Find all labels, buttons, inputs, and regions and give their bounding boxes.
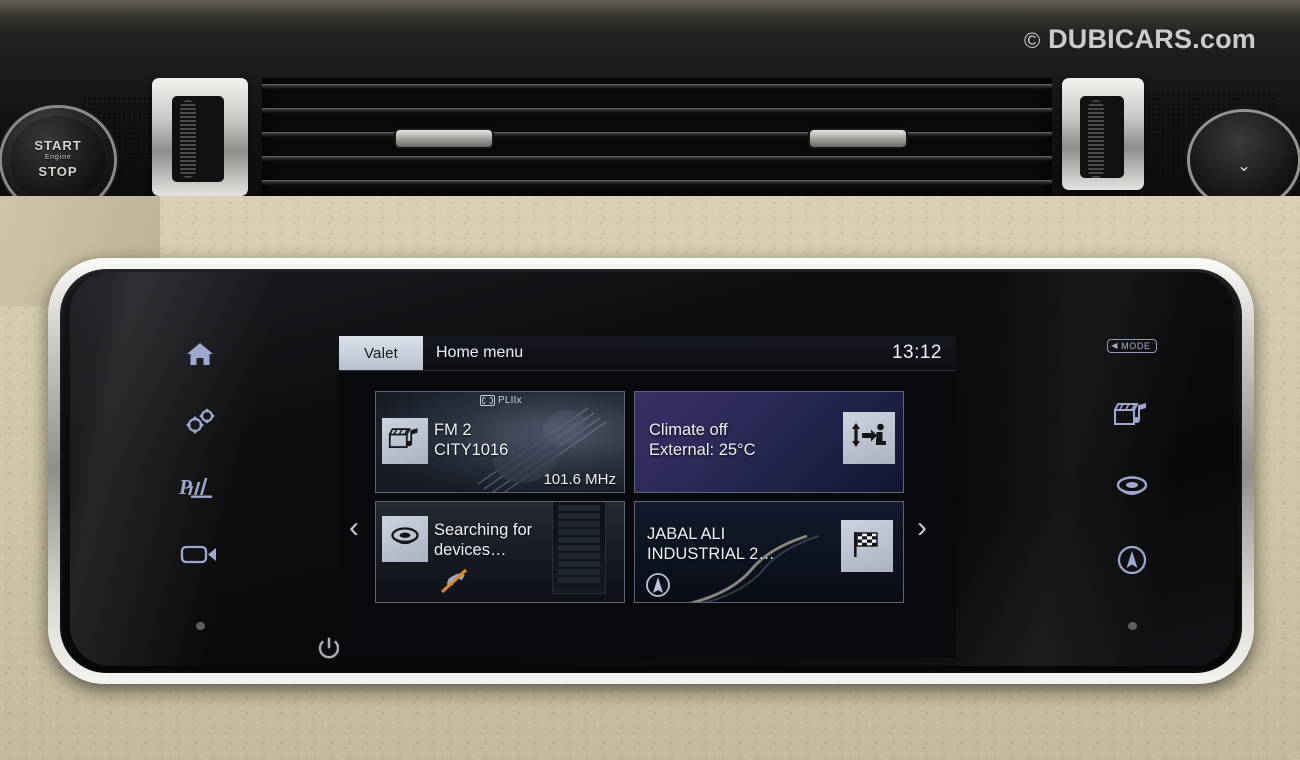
tile-navigation-icon — [841, 520, 893, 572]
gears-icon — [182, 406, 218, 436]
vent-fin-right — [1088, 100, 1104, 178]
vent-slider-right[interactable] — [810, 130, 906, 147]
tile-phone-line1: Searching for — [434, 521, 533, 539]
park-assist-button[interactable]: P — [165, 465, 235, 510]
next-page-arrow[interactable]: › — [917, 513, 927, 543]
watermark: © DUBICARS.com — [1024, 24, 1256, 55]
air-vent-right[interactable] — [1080, 96, 1124, 178]
tile-radio-line2: CITY1016 — [434, 441, 509, 459]
tile-phone-icon — [382, 516, 428, 562]
tile-navigation-line1: JABAL ALI — [647, 525, 726, 543]
vent-fin-left — [180, 100, 196, 178]
tile-radio-icon — [382, 418, 428, 464]
dashboard-knob-right[interactable]: ⌄ — [1190, 112, 1298, 208]
phone-disconnected-icon — [440, 568, 468, 594]
screenshot-root: START Engine STOP ⌄ P ◀ MODE Valet Home … — [0, 0, 1300, 760]
media-button[interactable] — [1097, 392, 1167, 439]
tile-radio-frequency: 101.6 MHz — [543, 471, 616, 488]
copyright-symbol: © — [1023, 28, 1041, 53]
vent-slider-left[interactable] — [396, 130, 492, 147]
engine-start-label: START — [34, 138, 82, 153]
air-vent-center[interactable] — [262, 78, 1052, 196]
compass-icon — [646, 573, 670, 597]
right-button-panel: ◀ MODE — [1062, 330, 1202, 631]
compass-icon — [1116, 544, 1148, 576]
phone-booth-artwork — [552, 502, 606, 594]
dolby-icon — [480, 395, 495, 406]
tile-climate-text: Climate off External: 25°C — [649, 420, 756, 460]
phone-icon — [1113, 475, 1151, 499]
mode-label: MODE — [1121, 340, 1151, 351]
chevron-down-icon: ⌄ — [1236, 155, 1252, 175]
infotainment-display: Valet Home menu 13:12 ‹ › PLIIx FM 2 CIT… — [339, 336, 956, 658]
home-button[interactable] — [165, 332, 235, 377]
tile-radio[interactable]: PLIIx FM 2 CITY1016 101.6 MHz — [375, 391, 625, 493]
pliix-label: PLIIx — [498, 395, 522, 406]
tile-phone-text: Searching for devices… — [434, 520, 532, 560]
tile-phone-line2: devices… — [434, 541, 507, 559]
camera-icon — [180, 542, 220, 566]
mode-arrow-icon: ◀ — [1111, 341, 1119, 351]
tile-climate-line1: Climate off — [649, 421, 728, 439]
tile-area: ‹ › PLIIx FM 2 CITY1016 101.6 MHz Climat… — [339, 371, 956, 658]
settings-button[interactable] — [165, 399, 235, 444]
clock: 13:12 — [891, 342, 942, 363]
media-clapper-note-icon — [1113, 400, 1151, 430]
svg-text:P: P — [179, 475, 192, 499]
phone-icon — [388, 526, 422, 553]
valet-button[interactable]: Valet — [339, 336, 423, 370]
phone-button[interactable] — [1097, 463, 1167, 510]
tile-phone[interactable]: Searching for devices… — [375, 501, 625, 603]
ambient-led-left — [195, 622, 205, 631]
left-button-panel: P — [130, 330, 270, 631]
media-clapper-note-icon — [388, 425, 422, 458]
tile-navigation-line2: INDUSTRIAL 2… — [647, 545, 775, 563]
tile-climate[interactable]: Climate off External: 25°C — [634, 391, 904, 493]
mode-badge: ◀ MODE — [1107, 338, 1157, 353]
tile-climate-icon — [843, 412, 895, 464]
climate-seat-airflow-icon — [849, 417, 889, 460]
home-icon — [185, 341, 215, 367]
watermark-text: DUBICARS.com — [1048, 24, 1256, 54]
tile-navigation[interactable]: JABAL ALI INDUSTRIAL 2… — [634, 501, 904, 603]
ambient-led-right — [1127, 621, 1137, 631]
navigation-button[interactable] — [1097, 536, 1167, 583]
prev-page-arrow[interactable]: ‹ — [349, 513, 359, 543]
tile-navigation-text: JABAL ALI INDUSTRIAL 2… — [647, 524, 775, 564]
engine-middle-label: Engine — [44, 154, 72, 161]
tile-radio-line1: FM 2 — [434, 421, 472, 439]
tile-climate-line2: External: 25°C — [649, 441, 756, 459]
page-title: Home menu — [436, 344, 524, 361]
park-sensor-icon: P — [179, 474, 221, 500]
checkered-flag-icon — [850, 528, 884, 565]
tile-radio-text: FM 2 CITY1016 — [434, 420, 508, 460]
dolby-pliix-badge: PLIIx — [480, 395, 522, 406]
air-vent-left[interactable] — [172, 96, 224, 182]
camera-button[interactable] — [165, 532, 235, 577]
mode-button[interactable]: ◀ MODE — [1097, 334, 1167, 358]
status-bar: Valet Home menu 13:12 — [339, 336, 956, 371]
engine-stop-label: STOP — [38, 164, 78, 179]
